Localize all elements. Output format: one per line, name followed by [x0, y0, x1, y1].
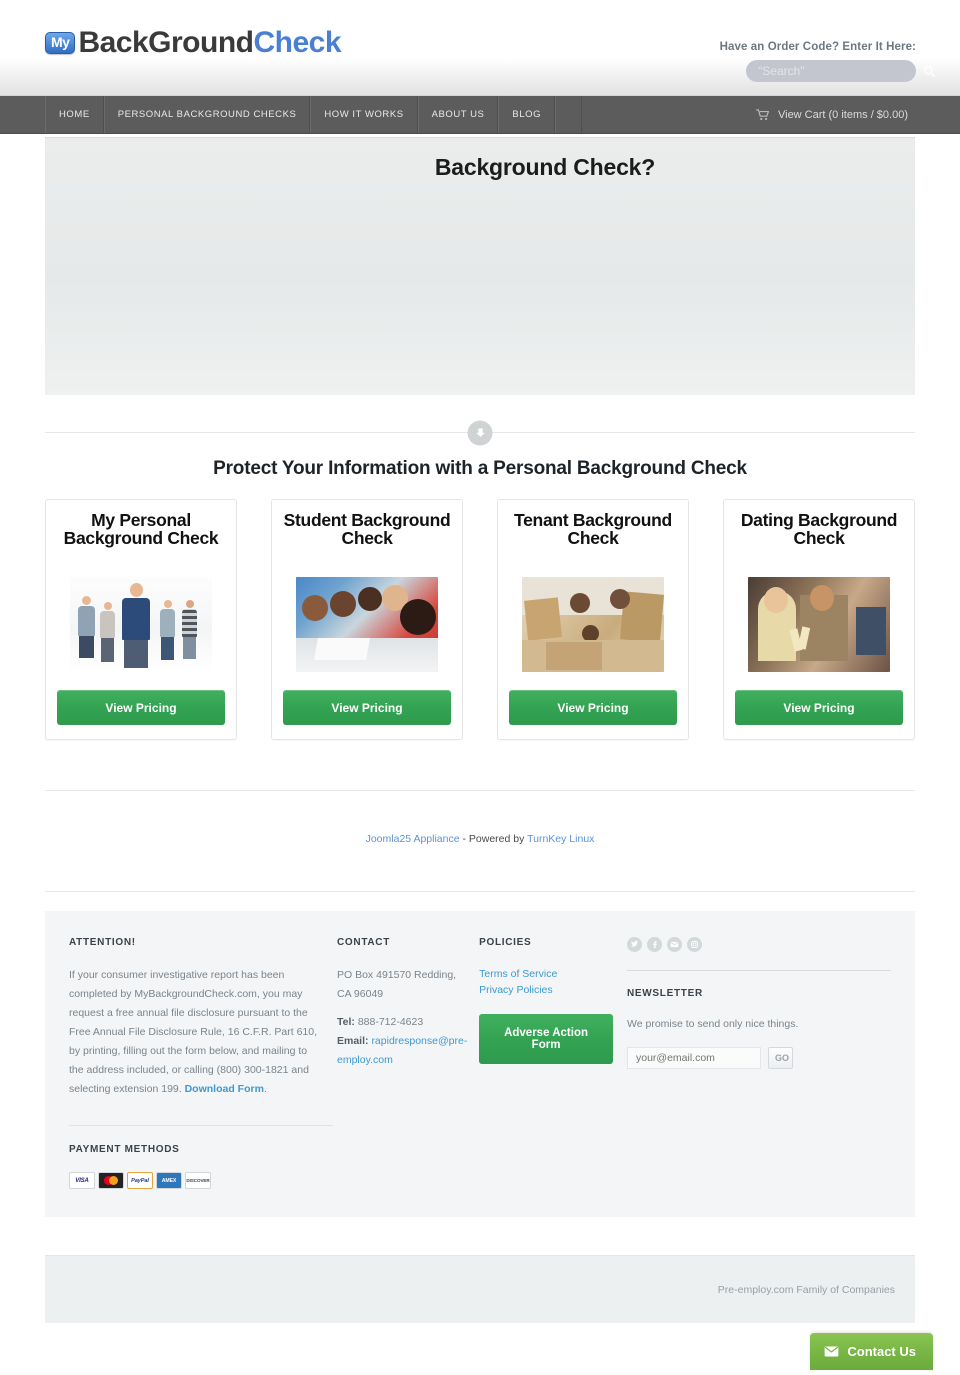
view-cart-button[interactable]: View Cart (0 items / $0.00) [756, 96, 908, 133]
footer-top-rule [45, 891, 915, 892]
newsletter-body: We promise to send only nice things. [627, 1018, 799, 1030]
visa-icon: VISA [69, 1172, 95, 1189]
contact-email-line: Email: rapidresponse@pre-employ.com [337, 1032, 469, 1070]
attention-period: . [263, 1083, 267, 1095]
newsletter-form: GO [627, 1047, 891, 1069]
tel-value: 888-712-4623 [357, 1016, 424, 1028]
privacy-policies-link[interactable]: Privacy Policies [479, 982, 613, 998]
attention-rule [69, 1125, 333, 1126]
cart-label: View Cart (0 items / $0.00) [777, 108, 908, 121]
policies-heading: POLICIES [479, 937, 532, 948]
contact-heading: CONTACT [337, 937, 391, 948]
powered-by-credit: Joomla25 Appliance - Powered by TurnKey … [0, 833, 960, 845]
logo-text-dark: BackGround [78, 26, 254, 59]
view-pricing-button-personal[interactable]: View Pricing [57, 690, 225, 725]
shopping-cart-icon [756, 108, 769, 120]
payment-methods-heading: PAYMENT METHODS [69, 1144, 180, 1155]
footer-column-attention: ATTENTION! If your consumer investigativ… [69, 937, 337, 1189]
product-cards: My Personal Background Check View Pricin… [45, 499, 915, 740]
main-navigation: HOME PERSONAL BACKGROUND CHECKS HOW IT W… [0, 96, 960, 134]
search-icon [924, 65, 936, 77]
newsletter-go-button[interactable]: GO [768, 1047, 793, 1069]
amex-icon: AMEX [156, 1172, 182, 1189]
contact-address: PO Box 491570 Redding, CA 96049 [337, 969, 457, 1000]
newsletter-email-input[interactable] [627, 1047, 761, 1069]
adverse-action-form-button[interactable]: Adverse Action Form [479, 1014, 613, 1064]
footer-column-policies: POLICIES Terms of Service Privacy Polici… [479, 937, 623, 1189]
card-title: Tenant Background Check [514, 510, 672, 548]
contact-tel-line: Tel: 888-712-4623 [337, 1013, 469, 1032]
card-title: Dating Background Check [740, 510, 898, 548]
contact-us-button[interactable]: Contact Us [810, 1333, 933, 1370]
envelope-icon [825, 1346, 839, 1357]
turnkey-linux-link[interactable]: TurnKey Linux [527, 833, 594, 845]
section-divider [45, 420, 915, 445]
search-input[interactable] [746, 64, 923, 78]
tel-label: Tel: [337, 1016, 355, 1028]
email-icon[interactable] [667, 937, 682, 952]
nav-spacer [555, 96, 583, 133]
order-code-label: Have an Order Code? Enter It Here: [719, 41, 916, 53]
nav-item-blog[interactable]: BLOG [498, 96, 556, 133]
nav-item-how-it-works[interactable]: HOW IT WORKS [310, 96, 418, 133]
instagram-icon[interactable] [687, 937, 702, 952]
attention-body: If your consumer investigative report ha… [69, 966, 319, 1099]
nav-item-about-us[interactable]: ABOUT US [417, 96, 499, 133]
students-studying-photo [296, 577, 438, 672]
view-pricing-button-dating[interactable]: View Pricing [735, 690, 903, 725]
site-logo[interactable]: My BackGround Check [45, 26, 342, 60]
paypal-icon: PayPal [127, 1172, 153, 1189]
logo-badge: My [45, 32, 76, 54]
discover-icon: DISCOVER [185, 1172, 211, 1189]
section-title: Protect Your Information with a Personal… [213, 458, 747, 479]
facebook-icon[interactable] [647, 937, 662, 952]
attention-heading: ATTENTION! [69, 937, 136, 948]
group-of-young-people-photo [70, 577, 212, 672]
hero-title: Background Check? [434, 154, 656, 180]
site-footer: ATTENTION! If your consumer investigativ… [45, 911, 915, 1217]
attention-text: If your consumer investigative report ha… [69, 969, 318, 1095]
card-title: Student Background Check [283, 510, 451, 548]
email-label: Email: [337, 1035, 369, 1047]
card-title: My Personal Background Check [63, 510, 219, 548]
search-box[interactable] [746, 60, 936, 82]
credit-separator: - Powered by [459, 833, 528, 845]
download-form-link[interactable]: Download Form [185, 1083, 264, 1095]
logo-text-blue: Check [253, 26, 342, 59]
view-pricing-button-tenant[interactable]: View Pricing [509, 690, 677, 725]
product-card-tenant[interactable]: Tenant Background Check View Pricing [497, 499, 689, 740]
payment-methods-row: VISA PayPal AMEX DISCOVER [69, 1172, 319, 1189]
social-icons-row [627, 937, 891, 952]
footer-bottom-bar: Pre-employ.com Family of Companies [45, 1255, 915, 1323]
social-rule [627, 970, 891, 971]
contact-us-label: Contact Us [847, 1344, 916, 1359]
product-card-student[interactable]: Student Background Check View Pricing [271, 499, 463, 740]
twitter-icon[interactable] [627, 937, 642, 952]
nav-items: HOME PERSONAL BACKGROUND CHECKS HOW IT W… [45, 96, 583, 133]
family-moving-boxes-photo [522, 577, 664, 672]
footer-column-contact: CONTACT PO Box 491570 Redding, CA 96049 … [337, 937, 479, 1189]
nav-item-personal-background-checks[interactable]: PERSONAL BACKGROUND CHECKS [103, 96, 311, 133]
footer-column-social: NEWSLETTER We promise to send only nice … [623, 937, 891, 1189]
family-of-companies-text: Pre-employ.com Family of Companies [717, 1283, 895, 1296]
hero-banner: Background Check? [45, 137, 915, 395]
joomla-appliance-link[interactable]: Joomla25 Appliance [366, 833, 460, 845]
content-bottom-rule [45, 790, 915, 791]
terms-of-service-link[interactable]: Terms of Service [479, 966, 613, 982]
product-card-personal[interactable]: My Personal Background Check View Pricin… [45, 499, 237, 740]
policy-links: Terms of Service Privacy Policies [479, 966, 613, 998]
couple-toasting-photo [748, 577, 890, 672]
search-submit-button[interactable] [923, 60, 936, 82]
product-card-dating[interactable]: Dating Background Check View Pricing [723, 499, 915, 740]
scroll-down-badge[interactable] [467, 420, 493, 445]
arrow-down-circle-icon [475, 428, 485, 437]
site-header: My BackGround Check Have an Order Code? … [0, 0, 960, 96]
newsletter-heading: NEWSLETTER [627, 988, 703, 999]
view-pricing-button-student[interactable]: View Pricing [283, 690, 451, 725]
nav-item-home[interactable]: HOME [45, 96, 104, 133]
mastercard-icon [98, 1172, 124, 1189]
